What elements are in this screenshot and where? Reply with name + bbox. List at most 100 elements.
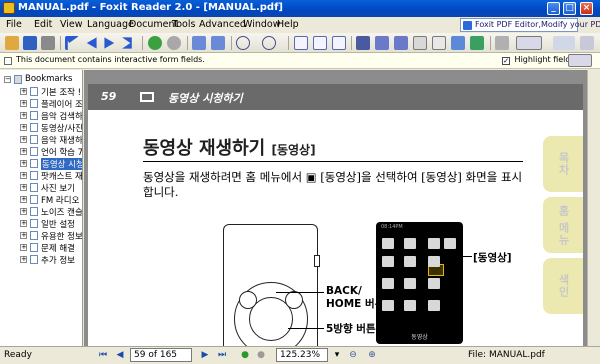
hand-tool-icon[interactable] [413, 36, 427, 50]
menu-window[interactable]: Window [243, 19, 280, 30]
expand-icon[interactable]: + [20, 244, 27, 251]
highlight-fields-label: Highlight fields [514, 55, 575, 64]
status-file-name: File: MANUAL.pdf [468, 350, 545, 360]
bookmark-page-icon [30, 147, 38, 156]
menu-document[interactable]: Document [129, 19, 178, 30]
status-prev-page-icon[interactable]: ◀ [113, 349, 127, 362]
status-forward-icon[interactable]: ● [254, 349, 268, 362]
close-button[interactable]: × [580, 2, 593, 15]
expand-icon[interactable]: + [20, 220, 27, 227]
bookmark-page-icon [30, 135, 38, 144]
expand-icon[interactable]: + [20, 208, 27, 215]
status-ready: Ready [4, 350, 32, 360]
promo-banner[interactable]: Foxit PDF Editor,Modify your PDF! [460, 18, 600, 32]
next-page-icon[interactable] [104, 37, 115, 49]
rotate-left-icon[interactable] [192, 36, 206, 50]
expand-icon[interactable]: + [20, 256, 27, 263]
rotate-right-icon[interactable] [211, 36, 225, 50]
select-tool-icon[interactable] [495, 36, 509, 50]
document-view[interactable]: 59 동영상 시청하기 동영상 재생하기 [동영상] 동영상을 재생하려면 홈 … [84, 70, 600, 356]
fit-width-icon[interactable] [332, 36, 346, 50]
snapshot-icon[interactable] [451, 36, 465, 50]
pointer-dropdown-icon[interactable] [553, 36, 575, 50]
bookmarks-icon [14, 75, 22, 84]
expand-icon[interactable]: + [20, 88, 27, 95]
form-tool-icon[interactable] [568, 54, 592, 67]
last-page-icon[interactable] [122, 37, 132, 49]
expand-icon[interactable]: + [20, 100, 27, 107]
menu-advanced[interactable]: Advanced [199, 19, 246, 30]
annotation-dropdown-icon[interactable] [516, 36, 542, 50]
status-first-page-icon[interactable]: ⏮ [96, 349, 110, 362]
text-select-icon[interactable] [432, 36, 446, 50]
menu-grid-icon [404, 256, 416, 267]
forward-icon[interactable] [167, 36, 181, 50]
collapse-icon[interactable]: − [4, 76, 11, 83]
menu-edit[interactable]: Edit [34, 19, 52, 30]
menu-grid-icon [428, 300, 440, 311]
menu-grid-icon [428, 256, 440, 267]
expand-icon[interactable]: + [20, 184, 27, 191]
zoom-out-icon[interactable] [236, 36, 250, 50]
side-tab-contents[interactable]: 목차 [543, 136, 583, 192]
status-next-page-icon[interactable]: ▶ [198, 349, 212, 362]
callout-line [458, 256, 472, 257]
expand-icon[interactable]: + [20, 112, 27, 119]
side-tab-index[interactable]: 색인 [543, 258, 583, 314]
menu-language[interactable]: Language [87, 19, 134, 30]
form-message: This document contains interactive form … [16, 55, 205, 64]
zoom-dropdown-icon[interactable]: ▾ [330, 349, 344, 362]
foxit-logo-icon [463, 21, 472, 30]
page-number-field[interactable]: 59 of 165 [130, 348, 192, 362]
options-icon[interactable] [580, 36, 594, 50]
expand-icon[interactable]: + [20, 160, 27, 167]
save-icon[interactable] [23, 36, 37, 50]
menu-view[interactable]: View [60, 19, 83, 30]
bookmark-page-icon [30, 195, 38, 204]
highlight-fields-checkbox[interactable]: ✓ [502, 57, 510, 65]
print-icon[interactable] [41, 36, 55, 50]
zoom-in-icon[interactable] [262, 36, 276, 50]
menu-tools[interactable]: Tools [172, 19, 195, 30]
previous-page-icon[interactable] [86, 37, 97, 49]
bookmark-page-icon [30, 231, 38, 240]
continuous-icon[interactable] [394, 36, 408, 50]
menu-file[interactable]: File [6, 19, 22, 30]
bookmark-page-icon [30, 171, 38, 180]
window-title: MANUAL.pdf - Foxit Reader 2.0 - [MANUAL.… [18, 2, 283, 13]
single-page-icon[interactable] [375, 36, 389, 50]
image-icon[interactable] [470, 36, 484, 50]
fit-page-icon[interactable] [313, 36, 327, 50]
actual-size-icon[interactable] [294, 36, 308, 50]
maximize-button[interactable]: □ [563, 2, 576, 15]
first-page-icon[interactable] [65, 36, 79, 50]
form-fields-bar: This document contains interactive form … [0, 53, 600, 69]
status-zoom-out-icon[interactable]: ⊖ [346, 349, 360, 362]
status-last-page-icon[interactable]: ⏭ [215, 349, 229, 362]
status-back-icon[interactable]: ● [238, 349, 252, 362]
bookmark-page-icon [30, 183, 38, 192]
menu-grid-icon [382, 238, 394, 249]
bookmark-page-icon [30, 243, 38, 252]
open-icon[interactable] [5, 36, 19, 50]
expand-icon[interactable]: + [20, 124, 27, 131]
bookmark-page-icon [30, 159, 38, 168]
expand-icon[interactable]: + [20, 232, 27, 239]
expand-icon[interactable]: + [20, 196, 27, 203]
minimize-button[interactable]: _ [547, 2, 560, 15]
side-tab-home-menu[interactable]: 홈 메뉴 [543, 197, 583, 253]
app-icon [3, 2, 15, 14]
status-zoom-in-icon[interactable]: ⊕ [365, 349, 379, 362]
expand-icon[interactable]: + [20, 136, 27, 143]
menu-help[interactable]: Help [277, 19, 299, 30]
highlight-fields-toggle[interactable]: ✓ Highlight fields [502, 55, 575, 65]
expand-icon[interactable]: + [20, 172, 27, 179]
find-icon[interactable] [356, 36, 370, 50]
back-icon[interactable] [148, 36, 162, 50]
bookmark-page-icon [30, 99, 38, 108]
vertical-scrollbar[interactable] [587, 70, 600, 346]
callout-line [276, 292, 324, 293]
movie-label: [동영상] [473, 252, 512, 264]
expand-icon[interactable]: + [20, 148, 27, 155]
zoom-field[interactable]: 125.23% [276, 348, 328, 362]
